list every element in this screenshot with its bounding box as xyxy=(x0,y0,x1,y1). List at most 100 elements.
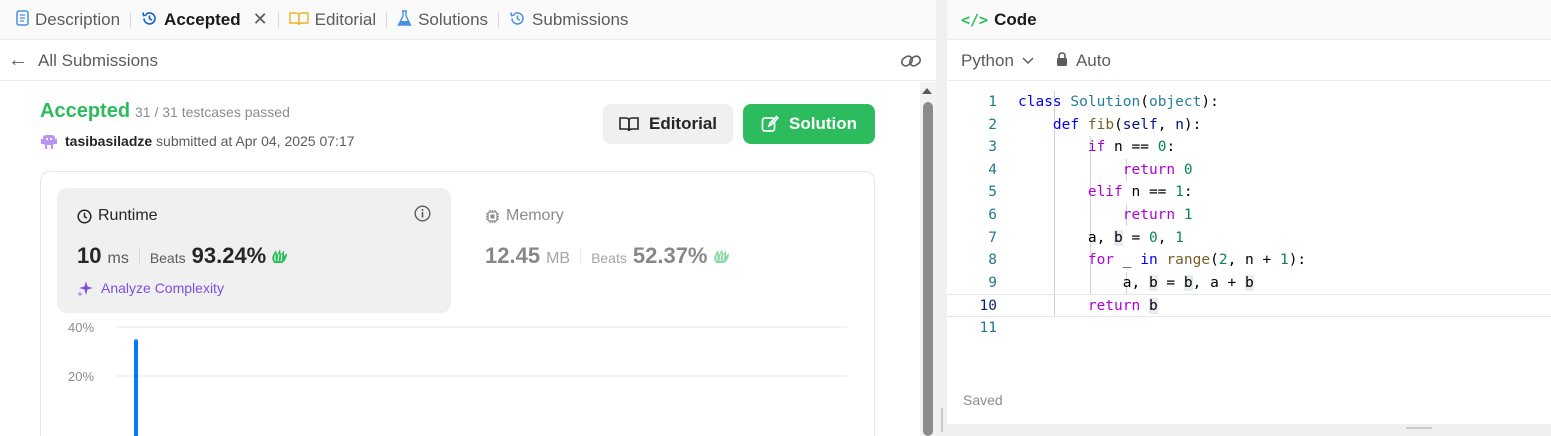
code-line[interactable]: for _ in range(2, n + 1): xyxy=(1018,249,1306,272)
clock-icon xyxy=(77,208,92,224)
tab-divider xyxy=(386,11,388,28)
line-number: 1 xyxy=(988,94,997,110)
memory-unit: MB xyxy=(546,250,571,267)
code-line[interactable]: return 1 xyxy=(1018,204,1193,227)
code-line[interactable]: elif n == 1: xyxy=(1018,181,1193,204)
code-line[interactable]: return b xyxy=(1018,295,1158,318)
panel-resize-divider[interactable] xyxy=(936,0,947,436)
value-divider xyxy=(580,248,582,264)
flask-icon xyxy=(397,9,412,30)
tab-label: Submissions xyxy=(532,9,629,29)
book-icon xyxy=(288,11,309,29)
avatar[interactable] xyxy=(40,132,58,150)
language-select[interactable]: Python xyxy=(961,51,1014,71)
chevron-down-icon[interactable] xyxy=(1022,54,1034,68)
link-icon[interactable] xyxy=(900,51,922,71)
lock-icon xyxy=(1056,51,1068,71)
memory-title-label: Memory xyxy=(506,207,564,224)
bottom-resize-bar[interactable] xyxy=(947,424,1551,436)
code-line[interactable]: class Solution(object): xyxy=(1018,91,1219,114)
y-tick-label: 20% xyxy=(68,369,94,384)
code-line[interactable]: a, b = 0, 1 xyxy=(1018,227,1184,250)
clapping-hands-icon xyxy=(713,249,729,263)
performance-card: Runtime 10 ms Beats 93.24% Analyze Compl… xyxy=(40,171,875,436)
y-tick-label: 40% xyxy=(68,320,94,335)
close-icon[interactable]: ✕ xyxy=(253,9,268,30)
runtime-value: 10 xyxy=(77,243,102,268)
runtime-beats-percent: 93.24% xyxy=(191,243,267,268)
tab-divider xyxy=(130,11,132,28)
submitted-time: submitted at Apr 04, 2025 07:17 xyxy=(156,133,355,149)
runtime-box[interactable]: Runtime 10 ms Beats 93.24% Analyze Compl… xyxy=(57,188,451,313)
auto-mode-label[interactable]: Auto xyxy=(1076,51,1111,71)
line-number: 4 xyxy=(988,161,997,178)
code-panel: </> Code Python Auto 1 class Solution(obj… xyxy=(947,0,1551,424)
memory-title[interactable]: Memory xyxy=(485,207,564,225)
line-number: 9 xyxy=(988,274,997,291)
tab-divider xyxy=(498,11,500,28)
code-icon: </> xyxy=(961,10,989,29)
line-number: 3 xyxy=(988,139,997,156)
line-number: 6 xyxy=(988,206,997,223)
scrollbar-thumb[interactable] xyxy=(923,102,933,436)
status-title: Accepted xyxy=(40,100,131,122)
editorial-button[interactable]: Editorial xyxy=(603,104,733,144)
edit-icon xyxy=(761,115,779,132)
scroll-up-arrow-icon[interactable] xyxy=(922,88,932,94)
history-icon xyxy=(509,10,526,30)
tab-accepted[interactable]: Accepted ✕ xyxy=(133,0,276,40)
tab-editorial[interactable]: Editorial xyxy=(281,0,384,40)
memory-value-row[interactable]: 12.45 MB Beats 52.37% xyxy=(485,243,732,269)
code-line[interactable]: return 0 xyxy=(1018,159,1193,182)
code-editor[interactable]: 1 class Solution(object): 2 def fib(self,… xyxy=(947,91,1551,341)
resize-handle[interactable] xyxy=(941,408,943,432)
chart-bar[interactable] xyxy=(134,339,138,436)
runtime-unit: ms xyxy=(107,250,129,267)
code-title: Code xyxy=(994,9,1037,29)
value-divider xyxy=(138,248,140,264)
line-number: 8 xyxy=(988,252,997,269)
editor-toolbar: Python Auto xyxy=(947,41,1551,81)
all-submissions-link[interactable]: All Submissions xyxy=(38,51,158,71)
submission-content: Accepted 31 / 31 testcases passed tasiba… xyxy=(0,82,920,436)
runtime-title: Runtime xyxy=(77,207,158,225)
line-number: 2 xyxy=(988,116,997,133)
app-root: Description Accepted ✕ Editorial Solutio… xyxy=(0,0,1551,436)
code-line[interactable]: def fib(self, n): xyxy=(1018,114,1201,137)
tab-divider xyxy=(277,11,279,28)
solution-button-label: Solution xyxy=(789,114,857,133)
book-icon xyxy=(619,117,639,132)
code-header: </> Code xyxy=(947,0,1551,40)
editorial-button-label: Editorial xyxy=(648,114,717,133)
tab-submissions[interactable]: Submissions xyxy=(501,0,636,40)
line-number: 10 xyxy=(979,298,997,315)
solution-button[interactable]: Solution xyxy=(743,104,875,144)
tab-label: Editorial xyxy=(314,9,377,29)
save-status: Saved xyxy=(963,392,1003,408)
sparkle-icon xyxy=(77,281,93,297)
line-number: 7 xyxy=(988,229,997,246)
tab-label: Solutions xyxy=(418,9,489,29)
line-number: 5 xyxy=(988,184,997,201)
history-icon xyxy=(141,10,158,30)
clapping-hands-icon xyxy=(272,249,288,263)
analyze-complexity-link[interactable]: Analyze Complexity xyxy=(77,279,224,297)
arrow-left-icon[interactable]: ← xyxy=(8,49,28,72)
memory-value: 12.45 xyxy=(485,243,541,268)
testcases-text: 31 / 31 testcases passed xyxy=(135,104,290,120)
tab-description[interactable]: Description xyxy=(8,0,128,40)
memory-beats-label: Beats xyxy=(591,250,627,266)
tab-label: Description xyxy=(35,9,121,29)
tab-solutions[interactable]: Solutions xyxy=(389,0,496,40)
resize-handle[interactable] xyxy=(1406,427,1432,429)
runtime-distribution-chart[interactable]: 40% 20% xyxy=(41,313,874,436)
line-number: 11 xyxy=(979,319,997,336)
code-line[interactable]: if n == 0: xyxy=(1018,136,1175,159)
chip-icon xyxy=(486,209,499,223)
submitted-by: tasibasiladze submitted at Apr 04, 2025 … xyxy=(65,133,355,149)
memory-beats-percent: 52.37% xyxy=(632,243,708,268)
code-line[interactable]: a, b = b, a + b xyxy=(1018,272,1254,295)
info-icon[interactable] xyxy=(414,205,431,227)
username[interactable]: tasibasiladze xyxy=(65,133,152,149)
runtime-value-row: 10 ms Beats 93.24% xyxy=(77,243,290,269)
